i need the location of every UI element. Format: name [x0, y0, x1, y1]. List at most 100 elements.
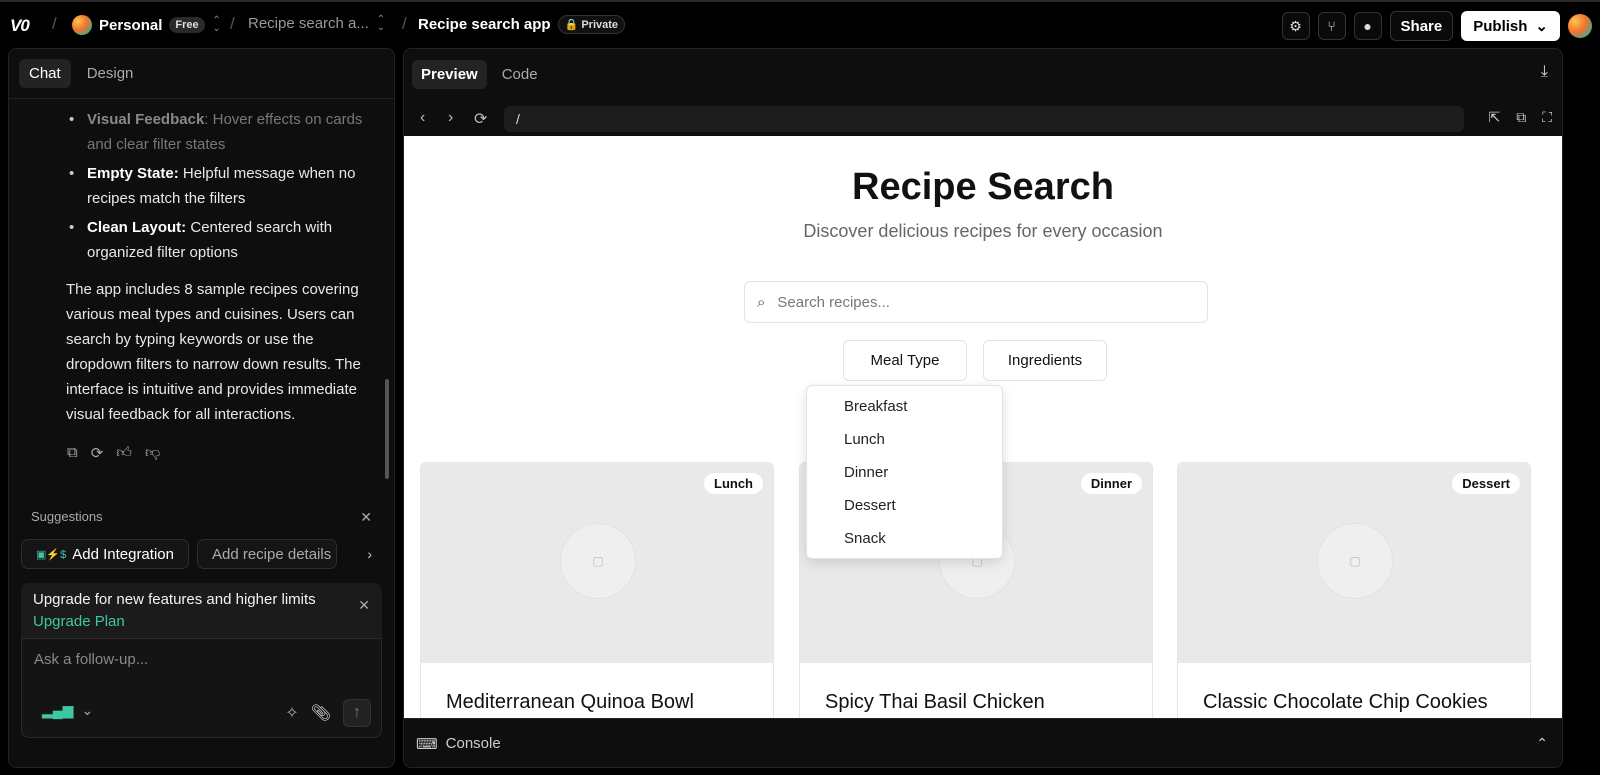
suggestions-label: Suggestions: [31, 509, 103, 524]
recipe-card[interactable]: ▢ Lunch Mediterranean Quinoa Bowl: [420, 462, 774, 718]
publish-button[interactable]: Publish ⌄: [1461, 11, 1560, 41]
privacy-badge[interactable]: 🔒 Private: [557, 15, 626, 34]
console-bar[interactable]: ⌨ Console ⌃: [404, 718, 1562, 767]
upgrade-plan-link[interactable]: Upgrade Plan: [33, 613, 370, 630]
breadcrumb-separator: /: [52, 14, 57, 33]
fullscreen-icon[interactable]: ⛶: [1542, 109, 1552, 126]
fork-icon[interactable]: ⑂: [1317, 12, 1346, 40]
page-subtitle: Discover delicious recipes for every occ…: [803, 221, 1163, 241]
input-actions: ✧ 📎︎ ↑: [285, 699, 371, 727]
page-title: Recipe Search: [852, 166, 1114, 208]
chat-messages[interactable]: Visual Feedback: Hover effects on cards …: [9, 99, 394, 494]
chevron-up-icon[interactable]: ⌃: [1536, 735, 1548, 752]
search-input[interactable]: ⌕ Search recipes...: [744, 281, 1208, 323]
option-breakfast[interactable]: Breakfast: [807, 390, 1002, 423]
model-selector[interactable]: ▂▄▆ ⌄: [42, 702, 93, 719]
breadcrumb-separator: /: [230, 14, 235, 33]
search-placeholder: Search recipes...: [777, 293, 890, 311]
chevron-updown-icon: ⌃ ⌄: [376, 13, 386, 33]
pointer-select-icon[interactable]: ⇱: [1488, 109, 1500, 126]
suggestion-add-recipe-details[interactable]: Add recipe details: [196, 539, 337, 569]
recipe-title: Mediterranean Quinoa Bowl: [446, 691, 694, 713]
suggestion-add-integration[interactable]: ▣⚡$ Add Integration: [21, 539, 189, 569]
meal-type-dropdown: Breakfast Lunch Dinner Dessert Snack: [806, 385, 1003, 559]
refresh-icon[interactable]: ⟳: [474, 109, 487, 129]
top-actions: ⚙ ⑂ ● Share Publish ⌄: [1281, 11, 1592, 41]
meal-tag: Dinner: [1080, 473, 1142, 494]
meal-tag: Dessert: [1452, 473, 1520, 494]
option-snack[interactable]: Snack: [807, 522, 1002, 555]
share-button[interactable]: Share: [1389, 11, 1454, 41]
new-window-icon[interactable]: ⧉: [1516, 109, 1526, 126]
sparkle-icon[interactable]: ✧: [285, 703, 298, 723]
option-dinner[interactable]: Dinner: [807, 456, 1002, 489]
workspace-name: Personal: [99, 16, 163, 34]
recipe-image: ▢ Dessert: [1178, 463, 1530, 663]
chevron-down-icon: ⌄: [81, 702, 94, 718]
suggestion-chips: ▣⚡$ Add Integration Add recipe details: [21, 539, 337, 569]
settings-gear-icon[interactable]: ⚙: [1281, 12, 1310, 40]
option-lunch[interactable]: Lunch: [807, 423, 1002, 456]
workspace-switcher[interactable]: Personal Free ⌃ ⌄: [72, 15, 222, 35]
list-item: Empty State: Helpful message when no rec…: [69, 161, 374, 211]
back-icon[interactable]: ‹: [420, 109, 425, 127]
workspace-avatar: [72, 15, 92, 35]
assistant-paragraph: The app includes 8 sample recipes coveri…: [66, 281, 361, 423]
tab-design[interactable]: Design: [77, 59, 144, 88]
thumbs-up-icon[interactable]: 👍︎: [116, 444, 132, 462]
ingredients-filter[interactable]: Ingredients: [983, 340, 1107, 381]
plan-badge: Free: [169, 17, 205, 33]
recipe-title: Classic Chocolate Chip Cookies: [1203, 691, 1488, 713]
thumbs-down-icon[interactable]: 👎︎: [145, 444, 160, 462]
meal-tag: Lunch: [704, 473, 763, 494]
upgrade-banner: Upgrade for new features and higher limi…: [21, 583, 382, 638]
chevron-right-icon[interactable]: ›: [367, 546, 372, 562]
chevron-updown-icon: ⌃ ⌄: [212, 15, 221, 34]
user-avatar[interactable]: [1568, 14, 1592, 38]
image-placeholder-icon: ▢: [560, 523, 636, 599]
browser-bar: ‹ › ⟳ / ⇱ ⧉ ⛶: [404, 103, 1562, 137]
close-icon[interactable]: ✕: [360, 509, 372, 526]
tab-code[interactable]: Code: [493, 60, 547, 89]
list-item: Visual Feedback: Hover effects on cards …: [69, 107, 374, 157]
v0-logo[interactable]: V0: [10, 16, 30, 36]
preview-panel: Preview Code ⤓ ‹ › ⟳ / ⇱ ⧉ ⛶ Recipe Sear…: [403, 48, 1563, 768]
list-item: Clean Layout: Centered search with organ…: [69, 215, 374, 265]
chat-scrollbar[interactable]: [385, 379, 389, 479]
chevron-down-icon: ⌄: [1535, 18, 1548, 35]
meal-type-filter[interactable]: Meal Type: [843, 340, 967, 381]
browser-tools: ⇱ ⧉ ⛶: [1488, 109, 1552, 126]
bars-icon: ▂▄▆: [42, 702, 74, 718]
copy-icon[interactable]: ⧉: [67, 444, 78, 462]
chat-title-text: Recipe search app: [418, 16, 551, 33]
recipe-image: ▢ Lunch: [421, 463, 773, 663]
breadcrumb-separator: /: [402, 14, 407, 33]
tab-chat[interactable]: Chat: [19, 59, 71, 88]
integration-icon: ▣⚡$: [36, 548, 67, 561]
forward-icon[interactable]: ›: [448, 109, 453, 127]
option-dessert[interactable]: Dessert: [807, 489, 1002, 522]
feature-list: Visual Feedback: Hover effects on cards …: [9, 99, 394, 265]
search-icon: ⌕: [757, 293, 766, 311]
project-crumb: Recipe search a...: [248, 15, 369, 32]
project-switcher[interactable]: Recipe search a... ⌃ ⌄: [248, 13, 386, 33]
send-button[interactable]: ↑: [343, 699, 371, 727]
retry-icon[interactable]: ⟳: [91, 444, 104, 462]
message-actions: ⧉ ⟳ 👍︎ 👎︎: [67, 444, 160, 462]
preview-tabs: Preview Code: [404, 49, 1562, 99]
image-placeholder-icon: ▢: [1317, 523, 1393, 599]
chat-tabs: Chat Design: [9, 49, 394, 99]
recipe-card[interactable]: ▢ Dessert Classic Chocolate Chip Cookies: [1177, 462, 1531, 718]
app-preview: Recipe Search Discover delicious recipes…: [404, 136, 1562, 718]
close-icon[interactable]: ✕: [358, 597, 370, 614]
chat-title[interactable]: Recipe search app 🔒 Private: [418, 15, 626, 34]
url-input[interactable]: /: [504, 106, 1464, 132]
chat-input[interactable]: Ask a follow-up... ▂▄▆ ⌄ ✧ 📎︎ ↑: [21, 638, 382, 738]
recipe-title: Spicy Thai Basil Chicken: [825, 691, 1045, 713]
download-icon[interactable]: ⤓: [1541, 63, 1548, 81]
top-bar: V0 / Personal Free ⌃ ⌄ / Recipe search a.…: [0, 0, 1600, 48]
upgrade-text: Upgrade for new features and higher limi…: [33, 591, 316, 608]
paperclip-icon[interactable]: 📎︎: [311, 703, 331, 723]
tab-preview[interactable]: Preview: [412, 59, 487, 89]
github-icon[interactable]: ●: [1353, 12, 1382, 40]
